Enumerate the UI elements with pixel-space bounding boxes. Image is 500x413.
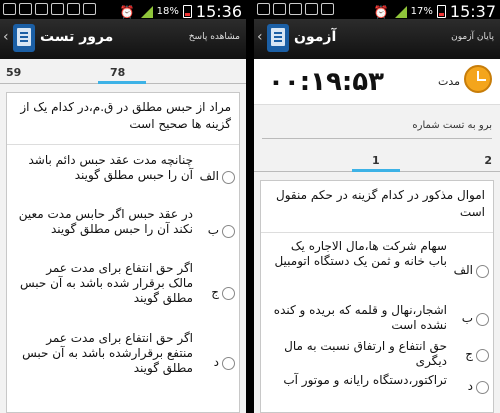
option-a-label: الف <box>199 169 219 183</box>
question-card: اموال مذکور در کدام گزینه در حکم منقول ا… <box>260 180 494 413</box>
page-title: آزمون <box>294 29 337 45</box>
tab-question-current[interactable]: 78 <box>110 66 125 79</box>
image-icon <box>273 3 286 15</box>
option-a-text: چنانچه مدت عقد حبس دائم باشد آن را حبس م… <box>28 153 193 182</box>
tab-question-prev[interactable]: 59 <box>6 66 21 79</box>
end-exam-button[interactable]: پایان آزمون <box>451 32 494 42</box>
tab-question-next[interactable]: 2 <box>484 154 492 167</box>
option-a-radio[interactable] <box>476 265 489 278</box>
option-b-text: اشجار،نهال و قلمه که بریده و کنده نشده ا… <box>273 303 447 332</box>
option-b-radio[interactable] <box>222 225 235 238</box>
notification-icon <box>257 3 270 15</box>
back-icon[interactable]: ‹ <box>3 29 9 45</box>
option-c-label: ج <box>211 285 219 299</box>
input-underline <box>262 138 492 139</box>
page-title: مرور تست <box>40 29 114 45</box>
option-c-radio[interactable] <box>476 349 489 362</box>
clock-icon <box>464 65 492 93</box>
question-tabs: 59 78 <box>0 62 246 84</box>
option-a-label: الف <box>453 263 473 277</box>
option-c-text: حق انتفاع و ارتفاق نسبت به مال دیگری <box>284 339 447 368</box>
tab-question-current[interactable]: 1 <box>372 154 380 167</box>
notification-icons <box>3 3 96 15</box>
timer-label: مدت <box>437 75 460 88</box>
notification-icon <box>35 3 48 15</box>
option-c-text: اگر حق انتفاع برای مدت عمر مالک برقرار ش… <box>19 261 193 305</box>
option-c-radio[interactable] <box>222 287 235 300</box>
question-text: مراد از حبس مطلق در ق.م،در کدام یک از گز… <box>7 93 239 145</box>
action-bar: ‹ آزمون پایان آزمون <box>254 19 500 59</box>
battery-percent: 18% <box>156 6 179 17</box>
notification-icon <box>289 3 302 15</box>
option-d-text: اگر حق انتفاع برای مدت عمر منتفع برقرارش… <box>22 331 193 375</box>
status-bar: ⏰ 17% 15:37 <box>254 0 500 21</box>
app-icon[interactable] <box>13 24 35 52</box>
option-d-label: د <box>467 379 473 393</box>
image-icon <box>305 3 318 15</box>
back-icon[interactable]: ‹ <box>257 29 263 45</box>
notification-icons <box>257 3 334 15</box>
usb-icon <box>321 3 334 15</box>
battery-icon <box>436 5 446 18</box>
question-tabs: 2 1 <box>254 150 500 172</box>
option-a-text: سهام شرکت ها،مال الاجاره یک باب خانه و ث… <box>274 239 447 268</box>
review-screen: ⏰ 18% 15:36 ‹ مرور تست مشاهده پاسخ 59 78… <box>0 0 246 413</box>
show-answer-button[interactable]: مشاهده پاسخ <box>189 32 240 42</box>
action-bar: ‹ مرور تست مشاهده پاسخ <box>0 19 246 59</box>
signal-icon <box>139 5 153 18</box>
option-d-radio[interactable] <box>222 357 235 370</box>
option-d-label: د <box>213 355 219 369</box>
option-d-text: تراکتور،دستگاه رایانه و موتور آب <box>283 373 447 387</box>
signal-icon <box>393 5 407 18</box>
goto-question-input[interactable]: برو به تست شماره <box>258 117 496 139</box>
option-a-radio[interactable] <box>222 171 235 184</box>
question-card: مراد از حبس مطلق در ق.م،در کدام یک از گز… <box>6 92 240 413</box>
option-b-label: ب <box>207 223 219 237</box>
notification-icon <box>51 3 64 15</box>
image-icon <box>67 3 80 15</box>
alarm-icon: ⏰ <box>373 4 389 19</box>
exam-screen: ⏰ 17% 15:37 ‹ آزمون پایان آزمون ۰۰:۱۹:۵۳… <box>254 0 500 413</box>
usb-icon <box>83 3 96 15</box>
option-c-label: ج <box>465 347 473 361</box>
tab-indicator <box>352 169 400 172</box>
option-d-radio[interactable] <box>476 381 489 394</box>
alarm-icon: ⏰ <box>119 4 135 19</box>
notification-icon <box>3 3 16 15</box>
tab-indicator <box>98 81 146 84</box>
battery-percent: 17% <box>410 6 433 17</box>
goto-placeholder: برو به تست شماره <box>412 120 492 131</box>
timer-panel: ۰۰:۱۹:۵۳ مدت <box>254 59 500 105</box>
option-b-text: در عقد حبس اگر حابس مدت معین نکند آن را … <box>18 207 193 236</box>
status-bar: ⏰ 18% 15:36 <box>0 0 246 21</box>
battery-icon <box>182 5 192 18</box>
option-b-radio[interactable] <box>476 313 489 326</box>
question-text: اموال مذکور در کدام گزینه در حکم منقول ا… <box>261 181 493 233</box>
app-icon[interactable] <box>267 24 289 52</box>
option-b-label: ب <box>461 311 473 325</box>
image-icon <box>19 3 32 15</box>
timer-value: ۰۰:۱۹:۵۳ <box>268 67 385 97</box>
